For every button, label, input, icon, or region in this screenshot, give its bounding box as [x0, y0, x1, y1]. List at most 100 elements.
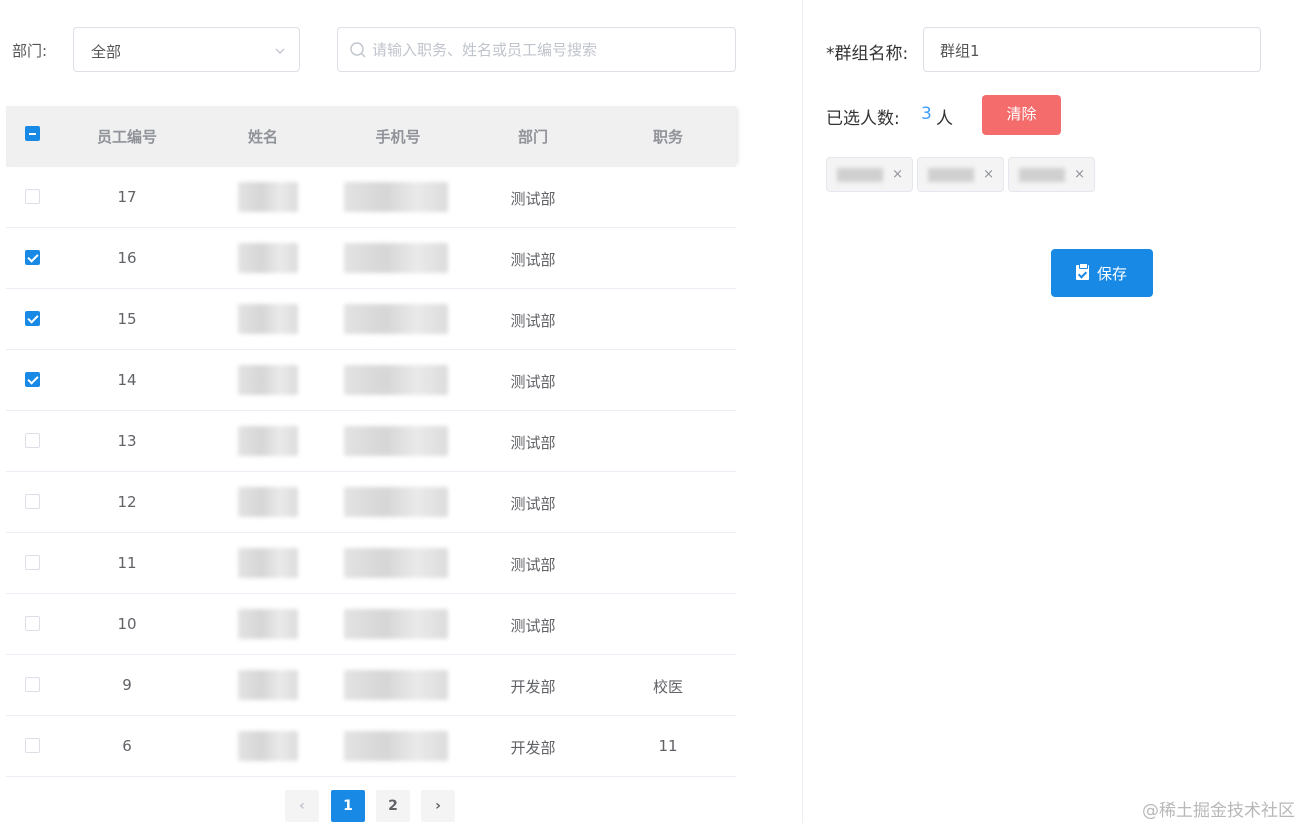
blurred-name — [238, 365, 298, 395]
row-checkbox[interactable] — [25, 311, 40, 326]
save-button[interactable]: 保存 — [1051, 249, 1153, 297]
select-all-checkbox[interactable] — [25, 126, 40, 141]
cell-employee-id: 11 — [117, 554, 137, 572]
selected-count-value: 3 — [921, 104, 932, 124]
cell-dept: 测试部 — [510, 495, 556, 513]
table-row[interactable]: 9 开发部 校医 — [6, 655, 736, 716]
header-phone: 手机号 — [375, 128, 421, 146]
table-row[interactable]: 13 测试部 — [6, 411, 736, 472]
blurred-member-name — [837, 168, 883, 182]
panel-divider — [802, 0, 803, 823]
cell-employee-id: 13 — [117, 432, 137, 450]
search-icon — [350, 42, 366, 58]
cell-employee-id: 12 — [117, 493, 137, 511]
blurred-phone — [344, 304, 448, 334]
header-name: 姓名 — [247, 128, 278, 146]
blurred-name — [238, 304, 298, 334]
clipboard-check-icon — [1076, 263, 1089, 280]
blurred-member-name — [1019, 168, 1065, 182]
table-row[interactable]: 6 开发部 11 — [6, 716, 736, 777]
row-checkbox[interactable] — [25, 250, 40, 265]
table-row[interactable]: 11 测试部 — [6, 533, 736, 594]
cell-dept: 开发部 — [510, 739, 556, 757]
row-checkbox[interactable] — [25, 677, 40, 692]
blurred-member-name — [928, 168, 974, 182]
header-employee-id: 员工编号 — [96, 128, 157, 146]
table-row[interactable]: 10 测试部 — [6, 594, 736, 655]
table-body: 17 测试部 16 测试部 15 测试部 14 测试部 13 测试部 12 测试部 11 测试部 10 测试部… — [6, 167, 736, 777]
employee-panel: 部门: 全部 员工编号 姓名 手机号 部门 职务 17 测试部 16 测试部 15 测试部… — [0, 0, 800, 823]
close-icon[interactable]: × — [983, 167, 994, 182]
selected-member-tag: × — [917, 157, 1004, 192]
table-row[interactable]: 14 测试部 — [6, 350, 736, 411]
blurred-name — [238, 426, 298, 456]
save-button-label: 保存 — [1097, 266, 1128, 283]
blurred-name — [238, 670, 298, 700]
cell-employee-id: 15 — [117, 310, 137, 328]
employee-table: 员工编号 姓名 手机号 部门 职务 17 测试部 16 测试部 15 测试部 14 测试部 13… — [6, 106, 736, 777]
group-name-field — [923, 27, 1261, 72]
group-name-input[interactable] — [940, 39, 1240, 61]
prev-page-button[interactable]: ‹ — [285, 790, 319, 822]
row-checkbox[interactable] — [25, 555, 40, 570]
blurred-phone — [344, 731, 448, 761]
blurred-name — [238, 243, 298, 273]
watermark: @稀土掘金技术社区 — [1142, 801, 1295, 821]
cell-employee-id: 17 — [117, 188, 137, 206]
blurred-phone — [344, 426, 448, 456]
dept-select[interactable]: 全部 — [73, 27, 300, 72]
blurred-phone — [344, 609, 448, 639]
selected-member-tag: × — [826, 157, 913, 192]
row-checkbox[interactable] — [25, 616, 40, 631]
cell-employee-id: 9 — [122, 676, 132, 694]
cell-dept: 开发部 — [510, 678, 556, 696]
cell-dept: 测试部 — [510, 190, 556, 208]
dept-filter-label: 部门: — [12, 42, 48, 60]
blurred-phone — [344, 670, 448, 700]
blurred-name — [238, 731, 298, 761]
chevron-down-icon — [275, 48, 285, 54]
table-row[interactable]: 17 测试部 — [6, 167, 736, 228]
cell-dept: 测试部 — [510, 312, 556, 330]
cell-position: 11 — [658, 737, 678, 755]
cell-position: 校医 — [652, 678, 683, 696]
group-name-label: *群组名称: — [826, 44, 909, 64]
close-icon[interactable]: × — [1074, 167, 1085, 182]
page-1-button[interactable]: 1 — [331, 790, 365, 822]
clear-button[interactable]: 清除 — [982, 95, 1061, 135]
search-box — [337, 27, 736, 72]
close-icon[interactable]: × — [892, 167, 903, 182]
blurred-phone — [344, 487, 448, 517]
selected-count-label: 已选人数: — [826, 109, 900, 129]
row-checkbox[interactable] — [25, 738, 40, 753]
next-page-button[interactable]: › — [421, 790, 455, 822]
cell-dept: 测试部 — [510, 373, 556, 391]
blurred-phone — [344, 182, 448, 212]
cell-dept: 测试部 — [510, 556, 556, 574]
cell-employee-id: 16 — [117, 249, 137, 267]
selected-count-unit: 人 — [936, 109, 953, 129]
search-input[interactable] — [372, 38, 722, 62]
cell-dept: 测试部 — [510, 617, 556, 635]
blurred-phone — [344, 548, 448, 578]
blurred-name — [238, 548, 298, 578]
blurred-phone — [344, 365, 448, 395]
blurred-name — [238, 182, 298, 212]
header-position: 职务 — [652, 128, 683, 146]
row-checkbox[interactable] — [25, 494, 40, 509]
cell-dept: 测试部 — [510, 434, 556, 452]
table-row[interactable]: 12 测试部 — [6, 472, 736, 533]
table-row[interactable]: 15 测试部 — [6, 289, 736, 350]
selected-member-tag: × — [1008, 157, 1095, 192]
blurred-name — [238, 487, 298, 517]
row-checkbox[interactable] — [25, 372, 40, 387]
dept-select-value: 全部 — [91, 43, 122, 61]
page-2-button[interactable]: 2 — [376, 790, 410, 822]
row-checkbox[interactable] — [25, 189, 40, 204]
table-header: 员工编号 姓名 手机号 部门 职务 — [6, 106, 736, 167]
blurred-phone — [344, 243, 448, 273]
cell-dept: 测试部 — [510, 251, 556, 269]
cell-employee-id: 10 — [117, 615, 137, 633]
row-checkbox[interactable] — [25, 433, 40, 448]
table-row[interactable]: 16 测试部 — [6, 228, 736, 289]
